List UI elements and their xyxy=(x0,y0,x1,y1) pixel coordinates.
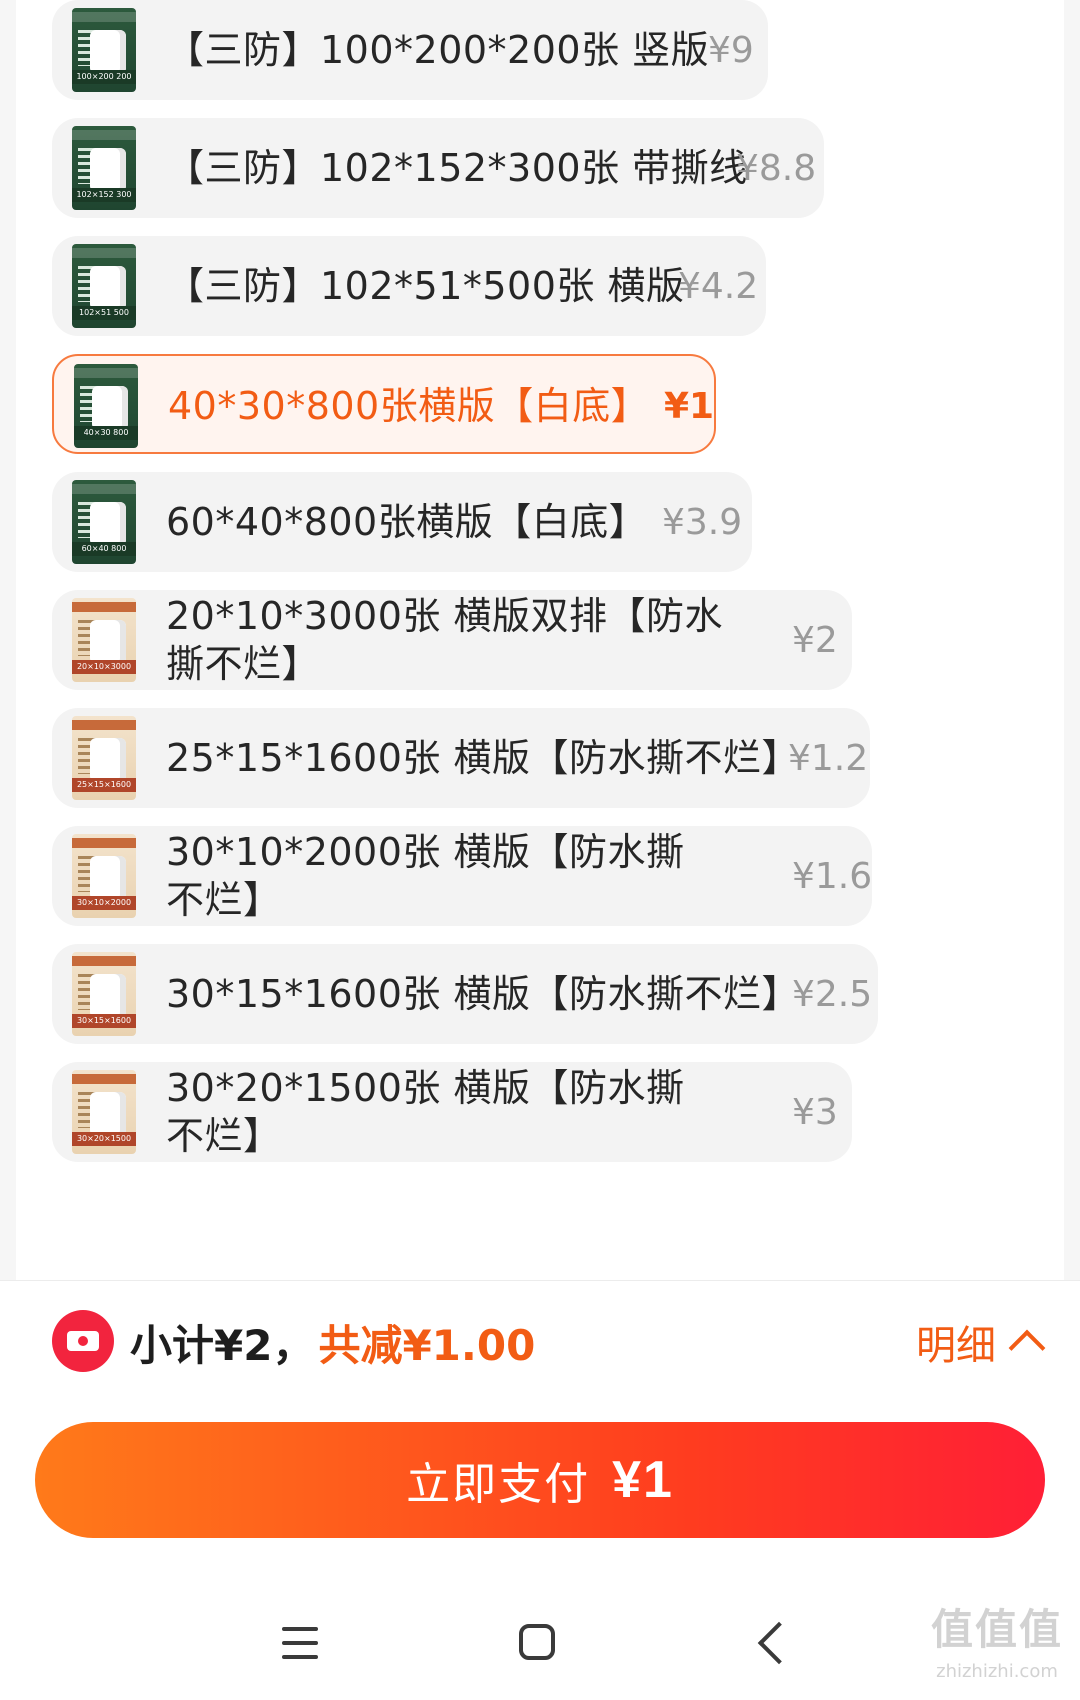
thumbnail-caption: 60×40 800 xyxy=(72,542,136,556)
home-icon[interactable] xyxy=(519,1624,555,1660)
sku-option[interactable]: 30×10×2000 30*10*2000张 横版【防水撕不烂】 ¥1.6 xyxy=(52,826,872,926)
sku-thumbnail: 40×30 800 xyxy=(74,364,138,448)
sku-thumbnail: 102×152 300 xyxy=(72,126,136,210)
sku-option-selected[interactable]: 40×30 800 40*30*800张横版【白底】 ¥1 xyxy=(52,354,716,454)
sku-option-label: 【三防】102*152*300张 带撕线 xyxy=(166,146,748,190)
sku-option-price: ¥8.8 xyxy=(736,147,817,189)
sku-option-label: 30*20*1500张 横版【防水撕不烂】 xyxy=(166,1066,685,1158)
thumbnail-caption: 30×10×2000 xyxy=(72,896,136,910)
sku-option[interactable]: 30×20×1500 30*20*1500张 横版【防水撕不烂】 ¥3 xyxy=(52,1062,852,1162)
sku-thumbnail: 25×15×1600 xyxy=(72,716,136,800)
thumbnail-caption: 100×200 200 xyxy=(72,70,136,84)
sku-option-price: ¥2 xyxy=(792,619,838,661)
pay-now-button[interactable]: 立即支付 ¥1 xyxy=(35,1422,1045,1538)
sku-option[interactable]: 60×40 800 60*40*800张横版【白底】 ¥3.9 xyxy=(52,472,752,572)
sku-option-price: ¥9 xyxy=(708,29,754,71)
thumbnail-caption: 102×51 500 xyxy=(72,306,136,320)
thumbnail-caption: 102×152 300 xyxy=(72,188,136,202)
sku-option-price: ¥3 xyxy=(792,1091,838,1133)
sku-option-label: 40*30*800张横版【白底】 xyxy=(168,384,650,428)
sku-option[interactable]: 25×15×1600 25*15*1600张 横版【防水撕不烂】 ¥1.2 xyxy=(52,708,870,808)
detail-label: 明细 xyxy=(916,1323,996,1369)
thumbnail-caption: 30×15×1600 xyxy=(72,1014,136,1028)
sku-option-price: ¥2.5 xyxy=(792,973,873,1015)
sku-option[interactable]: 30×15×1600 30*15*1600张 横版【防水撕不烂】 ¥2.5 xyxy=(52,944,878,1044)
detail-toggle-button[interactable]: 明细 xyxy=(916,1312,1046,1372)
sku-option-price: ¥1.2 xyxy=(788,737,869,779)
sku-thumbnail: 100×200 200 xyxy=(72,8,136,92)
sku-thumbnail: 30×10×2000 xyxy=(72,834,136,918)
thumbnail-caption: 25×15×1600 xyxy=(72,778,136,792)
coupon-icon xyxy=(52,1310,114,1372)
thumbnail-caption: 30×20×1500 xyxy=(72,1132,136,1146)
sku-option[interactable]: 20×10×3000 20*10*3000张 横版双排【防水撕不烂】 ¥2 xyxy=(52,590,852,690)
sku-option-label: 30*10*2000张 横版【防水撕不烂】 xyxy=(166,830,685,922)
pay-button-amount: ¥1 xyxy=(612,1451,674,1509)
sku-thumbnail: 30×20×1500 xyxy=(72,1070,136,1154)
sku-option-label: 【三防】100*200*200张 竖版 xyxy=(166,28,710,72)
sheet-left-edge xyxy=(0,0,16,1280)
back-icon[interactable] xyxy=(757,1621,801,1665)
chevron-up-icon xyxy=(1008,1329,1046,1367)
sku-option-label: 30*15*1600张 横版【防水撕不烂】 xyxy=(166,972,800,1016)
sku-thumbnail: 102×51 500 xyxy=(72,244,136,328)
thumbnail-caption: 20×10×3000 xyxy=(72,660,136,674)
watermark-url: zhizhizhi.com xyxy=(936,1661,1058,1682)
subtotal-summary: 小计¥2， 共减¥1.00 xyxy=(130,1312,535,1372)
menu-icon[interactable] xyxy=(282,1627,318,1659)
discount-text: 共减¥1.00 xyxy=(318,1320,536,1370)
sku-option-sheet: 100×200 200 【三防】100*200*200张 竖版 ¥9 102×1… xyxy=(0,0,1080,1280)
pay-button-label: 立即支付 xyxy=(406,1460,591,1509)
thumbnail-caption: 40×30 800 xyxy=(74,426,138,440)
subtotal-text: 小计¥2， xyxy=(130,1320,315,1370)
sku-option[interactable]: 102×51 500 【三防】102*51*500张 横版 ¥4.2 xyxy=(52,236,766,336)
system-navigation-bar xyxy=(0,1580,1080,1700)
bottom-bar-divider xyxy=(0,1280,1080,1281)
sku-option-label: 20*10*3000张 横版双排【防水撕不烂】 xyxy=(166,594,723,686)
sku-thumbnail: 60×40 800 xyxy=(72,480,136,564)
sku-thumbnail: 20×10×3000 xyxy=(72,598,136,682)
sku-option-price: ¥1 xyxy=(664,385,715,427)
sku-thumbnail: 30×15×1600 xyxy=(72,952,136,1036)
sheet-right-edge xyxy=(1064,0,1080,1280)
sku-option-label: 25*15*1600张 横版【防水撕不烂】 xyxy=(166,736,800,780)
sku-option-label: 【三防】102*51*500张 横版 xyxy=(166,264,685,308)
sku-option-price: ¥3.9 xyxy=(662,501,743,543)
sku-option-price: ¥4.2 xyxy=(678,265,759,307)
site-watermark: 值值值 zhizhizhi.com xyxy=(922,1600,1072,1696)
sku-option[interactable]: 100×200 200 【三防】100*200*200张 竖版 ¥9 xyxy=(52,0,768,100)
sku-option[interactable]: 102×152 300 【三防】102*152*300张 带撕线 ¥8.8 xyxy=(52,118,824,218)
sku-option-price: ¥1.6 xyxy=(792,855,873,897)
watermark-logo: 值值值 xyxy=(930,1605,1063,1654)
sku-option-label: 60*40*800张横版【白底】 xyxy=(166,500,648,544)
